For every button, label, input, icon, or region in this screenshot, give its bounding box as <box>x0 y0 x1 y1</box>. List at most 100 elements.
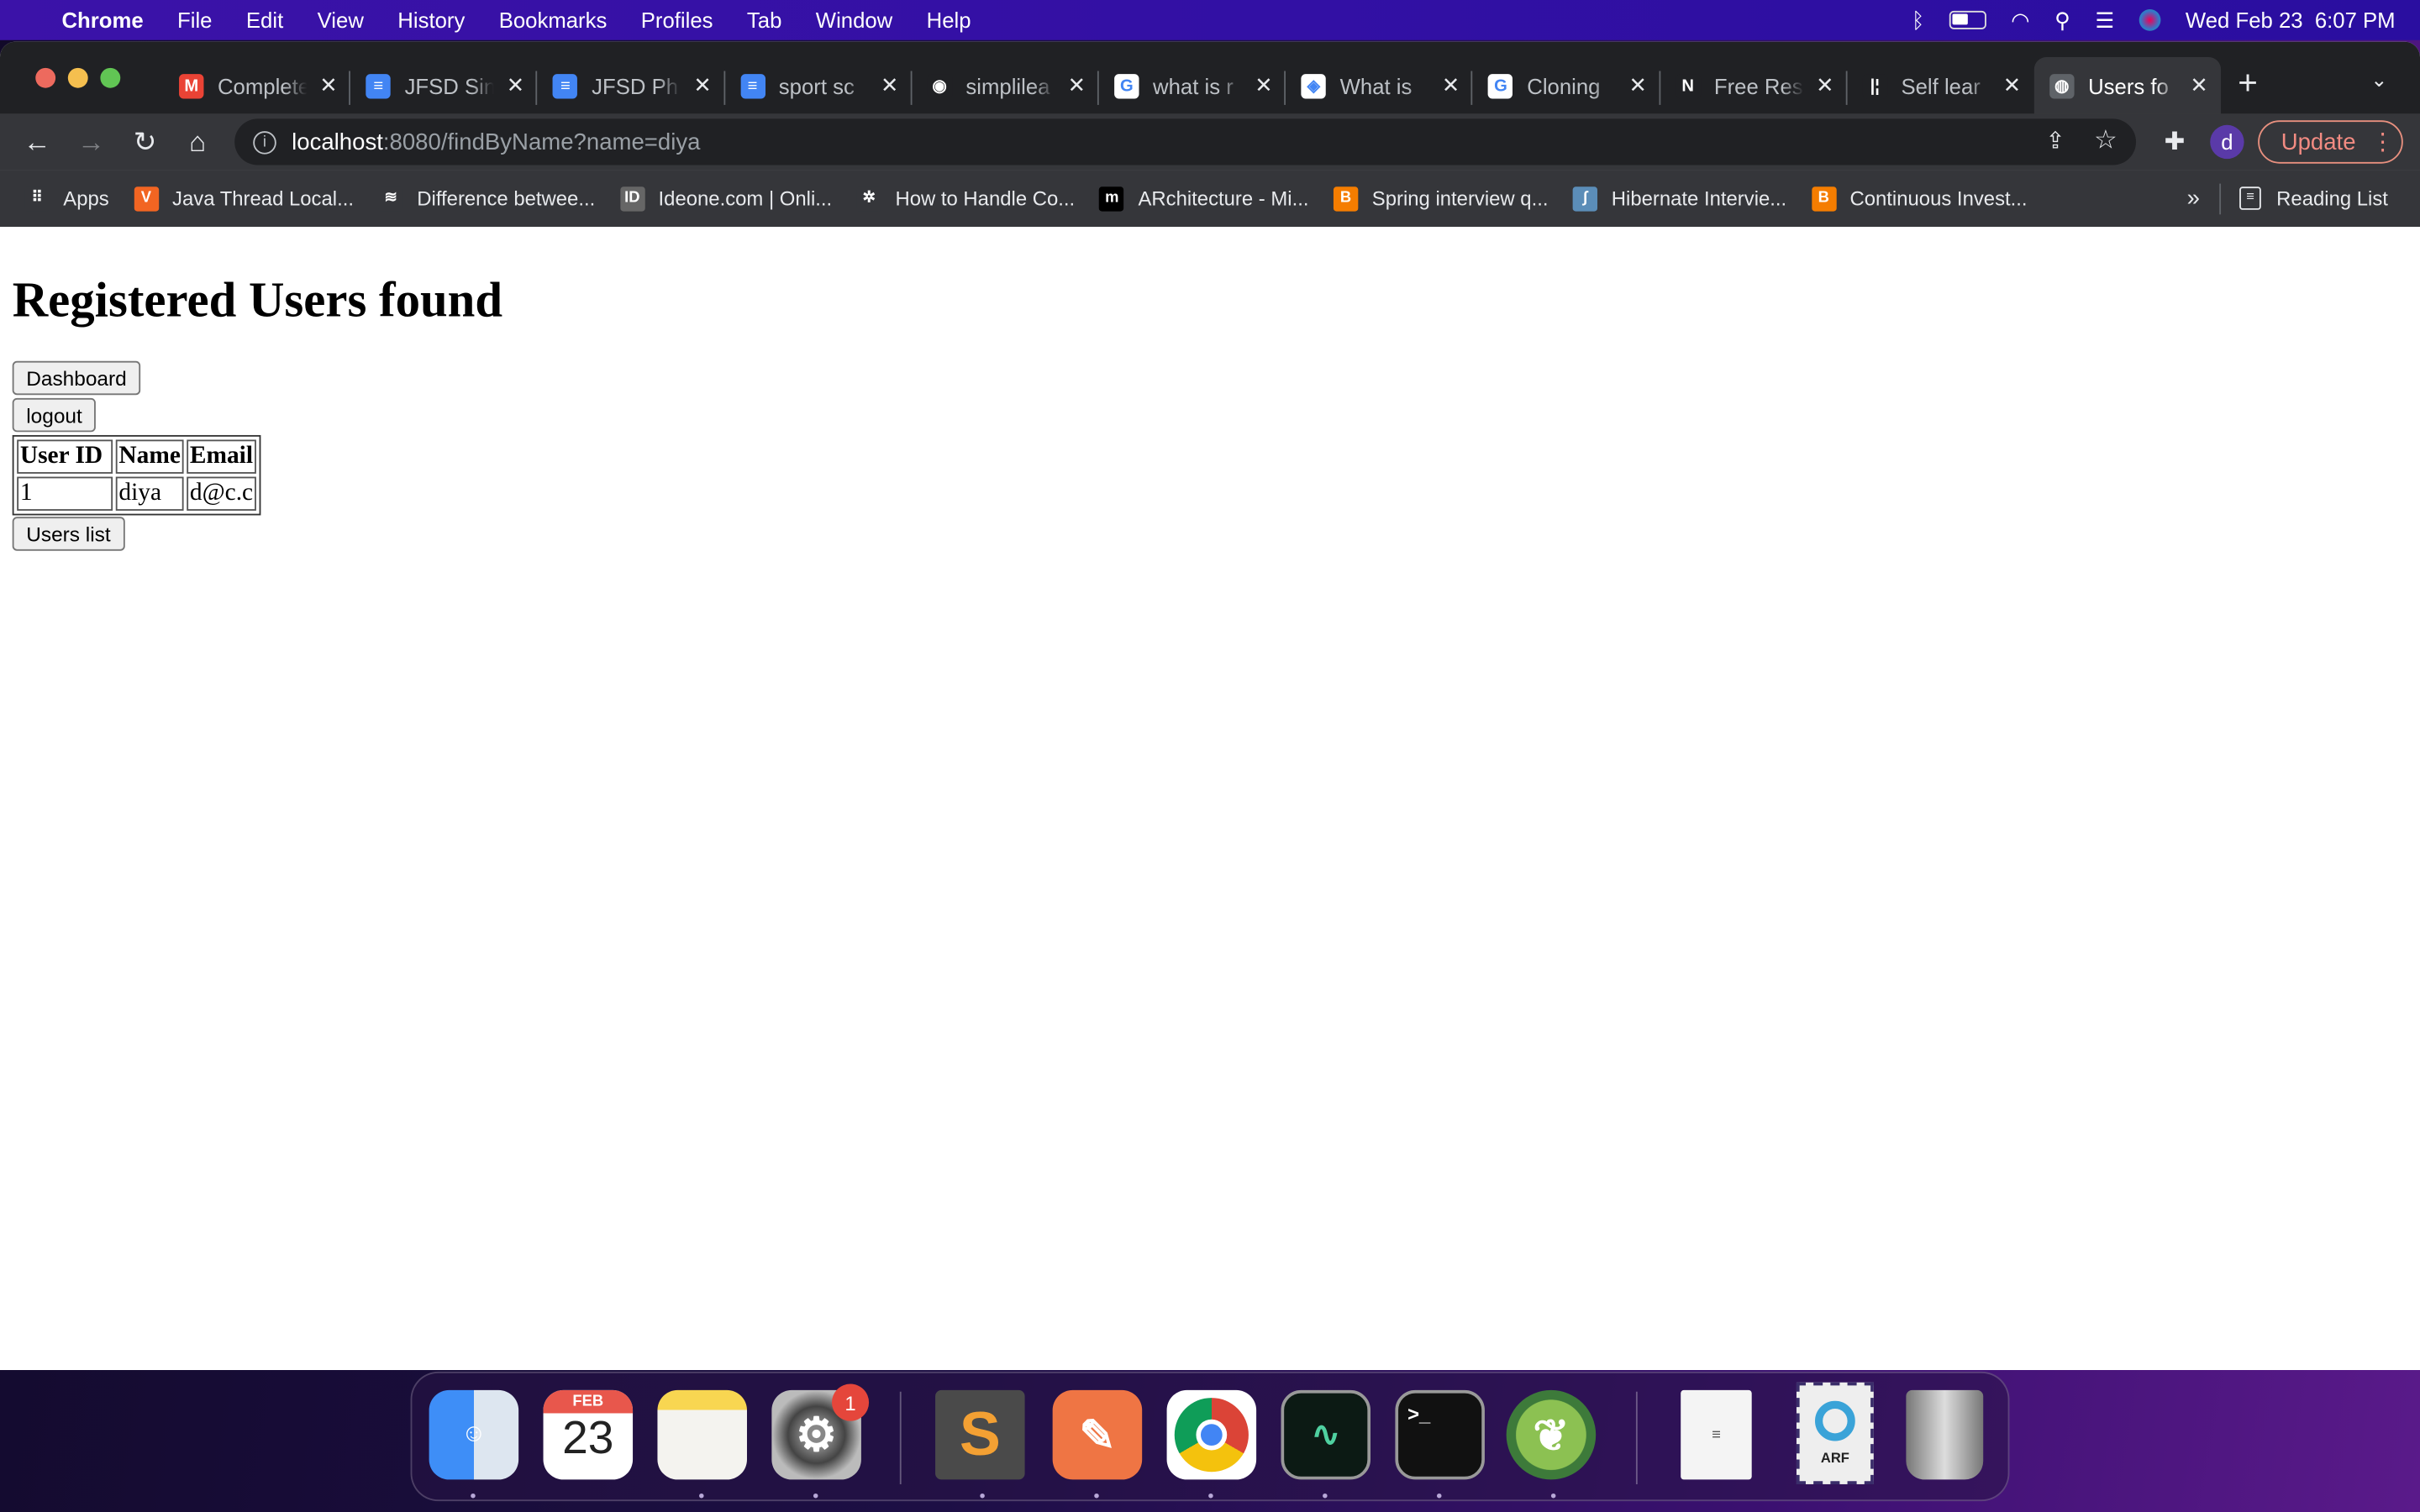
bluetooth-icon[interactable]: ᛒ <box>1912 8 1924 32</box>
menu-app-name[interactable]: Chrome <box>61 8 143 32</box>
running-indicator <box>1208 1493 1213 1499</box>
bookmark-item[interactable]: m ARchitecture - Mi... <box>1099 186 1308 211</box>
page-title: Registered Users found <box>12 271 503 328</box>
close-tab-icon[interactable]: ✕ <box>1255 72 1273 98</box>
menu-bookmarks[interactable]: Bookmarks <box>499 8 608 32</box>
zoom-window-button[interactable] <box>100 67 121 88</box>
tab-3[interactable]: ≡ sport sc ✕ <box>723 57 912 114</box>
column-header-email: Email <box>187 439 256 474</box>
close-tab-icon[interactable]: ✕ <box>1068 72 1086 98</box>
sublime-text-icon[interactable]: S <box>935 1389 1025 1480</box>
more-menu-icon[interactable]: ⋮ <box>2371 128 2395 155</box>
trash-icon[interactable] <box>1906 1389 1984 1480</box>
menu-view[interactable]: View <box>318 8 364 32</box>
reading-list-button[interactable]: ≡ Reading List <box>2239 186 2388 210</box>
bookmark-item[interactable]: ⠿ Apps <box>24 186 109 211</box>
bookmark-item[interactable]: B Continuous Invest... <box>1811 186 2028 211</box>
extensions-icon[interactable]: ✚ <box>2160 127 2191 158</box>
bookmark-item[interactable]: ✲ How to Handle Co... <box>856 186 1076 211</box>
tab-4[interactable]: ◉ simplilea ✕ <box>910 57 1098 114</box>
tab-search-chevron-icon[interactable]: ⌄ <box>2370 68 2387 92</box>
close-tab-icon[interactable]: ✕ <box>2003 72 2022 98</box>
menu-edit[interactable]: Edit <box>246 8 283 32</box>
control-center-icon[interactable]: ☰ <box>2095 7 2114 33</box>
tab-title: Users fo <box>2088 73 2169 98</box>
close-tab-icon[interactable]: ✕ <box>1442 72 1460 98</box>
tab-2[interactable]: ≡ JFSD Ph ✕ <box>536 57 724 114</box>
arf-label: ARF <box>1820 1450 1849 1466</box>
bookmark-item[interactable]: ≋ Difference betwee... <box>378 186 595 211</box>
calendar-icon[interactable]: FEB 23 <box>543 1389 634 1480</box>
spotlight-search-icon[interactable]: ⚲ <box>2054 7 2070 33</box>
bookmark-favicon-icon: ≋ <box>378 186 403 211</box>
tab-10[interactable]: ◍ Users fo ✕ <box>2033 56 2222 114</box>
activity-monitor-icon[interactable]: ∿ <box>1281 1389 1371 1480</box>
tab-6[interactable]: ◈ What is ✕ <box>1284 57 1472 114</box>
bookmark-item[interactable]: B Spring interview q... <box>1333 186 1549 211</box>
terminal-icon[interactable]: >_ <box>1395 1389 1485 1480</box>
battery-icon[interactable] <box>1949 10 1986 29</box>
menu-help[interactable]: Help <box>927 8 971 32</box>
profile-avatar[interactable]: d <box>2210 124 2244 160</box>
finder-icon[interactable]: ☺ <box>429 1389 519 1480</box>
update-button[interactable]: Update ⋮ <box>2258 120 2403 164</box>
menu-tab[interactable]: Tab <box>747 8 781 32</box>
close-tab-icon[interactable]: ✕ <box>507 72 525 98</box>
close-tab-icon[interactable]: ✕ <box>693 72 712 98</box>
close-window-button[interactable] <box>35 67 56 88</box>
bookmark-label: Apps <box>63 186 109 210</box>
close-tab-icon[interactable]: ✕ <box>1816 72 1834 98</box>
running-indicator <box>471 1493 476 1499</box>
home-button[interactable]: ⌂ <box>182 127 213 160</box>
forward-button[interactable]: → <box>76 127 107 160</box>
close-tab-icon[interactable]: ✕ <box>1628 72 1647 98</box>
menu-window[interactable]: Window <box>816 8 892 32</box>
arf-player-icon[interactable]: ARF <box>1796 1382 1874 1484</box>
menu-profiles[interactable]: Profiles <box>641 8 713 32</box>
github-icon: ◉ <box>927 73 952 98</box>
document-icon[interactable]: ≡ <box>1681 1389 1752 1480</box>
notification-badge: 1 <box>832 1383 870 1421</box>
reload-button[interactable]: ↻ <box>129 127 160 160</box>
menu-file[interactable]: File <box>177 8 212 32</box>
bookmark-item[interactable]: V Java Thread Local... <box>134 186 354 211</box>
close-tab-icon[interactable]: ✕ <box>2190 72 2208 98</box>
bookmarks-overflow-button[interactable]: » <box>2187 185 2200 211</box>
logout-button[interactable]: logout <box>12 397 97 433</box>
bookmark-star-icon[interactable]: ☆ <box>2094 125 2118 156</box>
tab-1[interactable]: ≡ JFSD Sin ✕ <box>349 57 537 114</box>
minimize-window-button[interactable] <box>67 67 88 88</box>
bookmark-label: How to Handle Co... <box>895 186 1076 210</box>
tab-5[interactable]: Gwhat is r ✕ <box>1097 57 1286 114</box>
clock[interactable]: Wed Feb 23 6:07 PM <box>2186 8 2396 32</box>
window-controls <box>35 67 121 88</box>
wifi-icon[interactable]: ◠ <box>2011 7 2029 33</box>
siri-icon[interactable] <box>2139 9 2161 31</box>
tab-7[interactable]: G Cloning ✕ <box>1471 57 1660 114</box>
running-indicator <box>1437 1493 1442 1499</box>
back-button[interactable]: ← <box>22 127 53 160</box>
dashboard-button[interactable]: Dashboard <box>12 360 141 396</box>
spring-tool-suite-icon[interactable]: ❦ <box>1506 1389 1597 1480</box>
google-docs-icon: ≡ <box>553 73 578 98</box>
bookmark-favicon-icon: V <box>134 186 159 211</box>
notes-icon[interactable] <box>657 1389 747 1480</box>
running-indicator <box>980 1493 985 1499</box>
bookmark-item[interactable]: ∫ Hibernate Intervie... <box>1572 186 1786 211</box>
address-bar[interactable]: i localhost:8080/findByName?name=diya ⇪ … <box>234 118 2137 165</box>
chrome-window: M Complete ✕ ≡ JFSD Sin ✕ ≡ JFSD Ph ✕ ≡ sport sc ✕ ◉… <box>0 41 2420 1371</box>
bookmark-item[interactable]: ID Ideone.com | Onli... <box>619 186 832 211</box>
chrome-icon[interactable] <box>1166 1389 1257 1480</box>
close-tab-icon[interactable]: ✕ <box>319 72 338 98</box>
menu-history[interactable]: History <box>397 8 465 32</box>
tab-0[interactable]: M Complete ✕ <box>164 57 350 114</box>
site-info-icon[interactable]: i <box>253 130 276 154</box>
tab-9[interactable]: |¦ Self lear ✕ <box>1845 57 2033 114</box>
new-tab-button[interactable]: + <box>2238 63 2258 103</box>
close-tab-icon[interactable]: ✕ <box>881 72 899 98</box>
update-label: Update <box>2281 129 2356 155</box>
users-list-button[interactable]: Users list <box>12 517 125 551</box>
share-icon[interactable]: ⇪ <box>2045 127 2065 154</box>
postman-icon[interactable]: ✎ <box>1052 1389 1143 1480</box>
tab-8[interactable]: N Free Res ✕ <box>1658 57 1847 114</box>
